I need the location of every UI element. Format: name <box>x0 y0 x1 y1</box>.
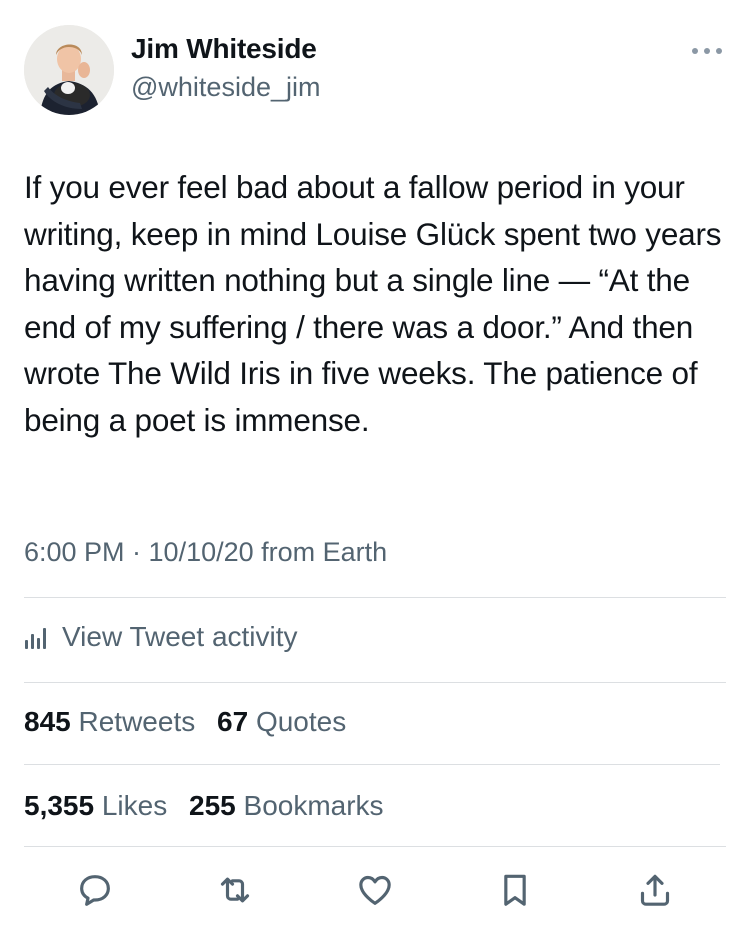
retweets-label: Retweets <box>78 706 196 737</box>
action-bar <box>0 868 750 912</box>
bookmarks-count: 255 <box>189 790 236 821</box>
likes-count: 5,355 <box>24 790 95 821</box>
likes-label: Likes <box>101 790 168 821</box>
retweet-icon[interactable] <box>213 868 257 912</box>
like-icon[interactable] <box>353 868 397 912</box>
tweet-text: If you ever feel bad about a fallow peri… <box>24 169 722 438</box>
engagement-stats-row-2: 5,355 Likes 255 Bookmarks <box>24 790 384 822</box>
retweets-stat[interactable]: 845 Retweets <box>24 706 195 737</box>
author-name[interactable]: Jim Whiteside <box>131 33 317 65</box>
bookmark-icon[interactable] <box>493 868 537 912</box>
author-handle[interactable]: @whiteside_jim <box>131 72 320 103</box>
quotes-count: 67 <box>217 706 249 737</box>
divider <box>24 682 726 683</box>
tweet-timestamp[interactable]: 6:00 PM · 10/10/20 from Earth <box>24 537 387 568</box>
view-tweet-activity-link[interactable]: View Tweet activity <box>24 619 298 655</box>
quotes-stat[interactable]: 67 Quotes <box>217 706 346 737</box>
bookmarks-stat[interactable]: 255 Bookmarks <box>189 790 384 821</box>
bar-chart-icon <box>25 628 46 649</box>
more-options-icon[interactable] <box>690 44 724 56</box>
quotes-label: Quotes <box>255 706 347 737</box>
retweets-count: 845 <box>24 706 71 737</box>
engagement-stats-row-1: 845 Retweets 67 Quotes <box>24 706 346 738</box>
likes-stat[interactable]: 5,355 Likes <box>24 790 167 821</box>
bookmarks-label: Bookmarks <box>243 790 384 821</box>
divider <box>24 846 726 847</box>
view-tweet-activity-label: View Tweet activity <box>62 621 298 652</box>
avatar-image <box>24 25 114 115</box>
reply-icon[interactable] <box>73 868 117 912</box>
share-icon[interactable] <box>633 868 677 912</box>
divider <box>24 764 720 765</box>
divider <box>24 597 726 598</box>
avatar[interactable] <box>24 25 114 115</box>
